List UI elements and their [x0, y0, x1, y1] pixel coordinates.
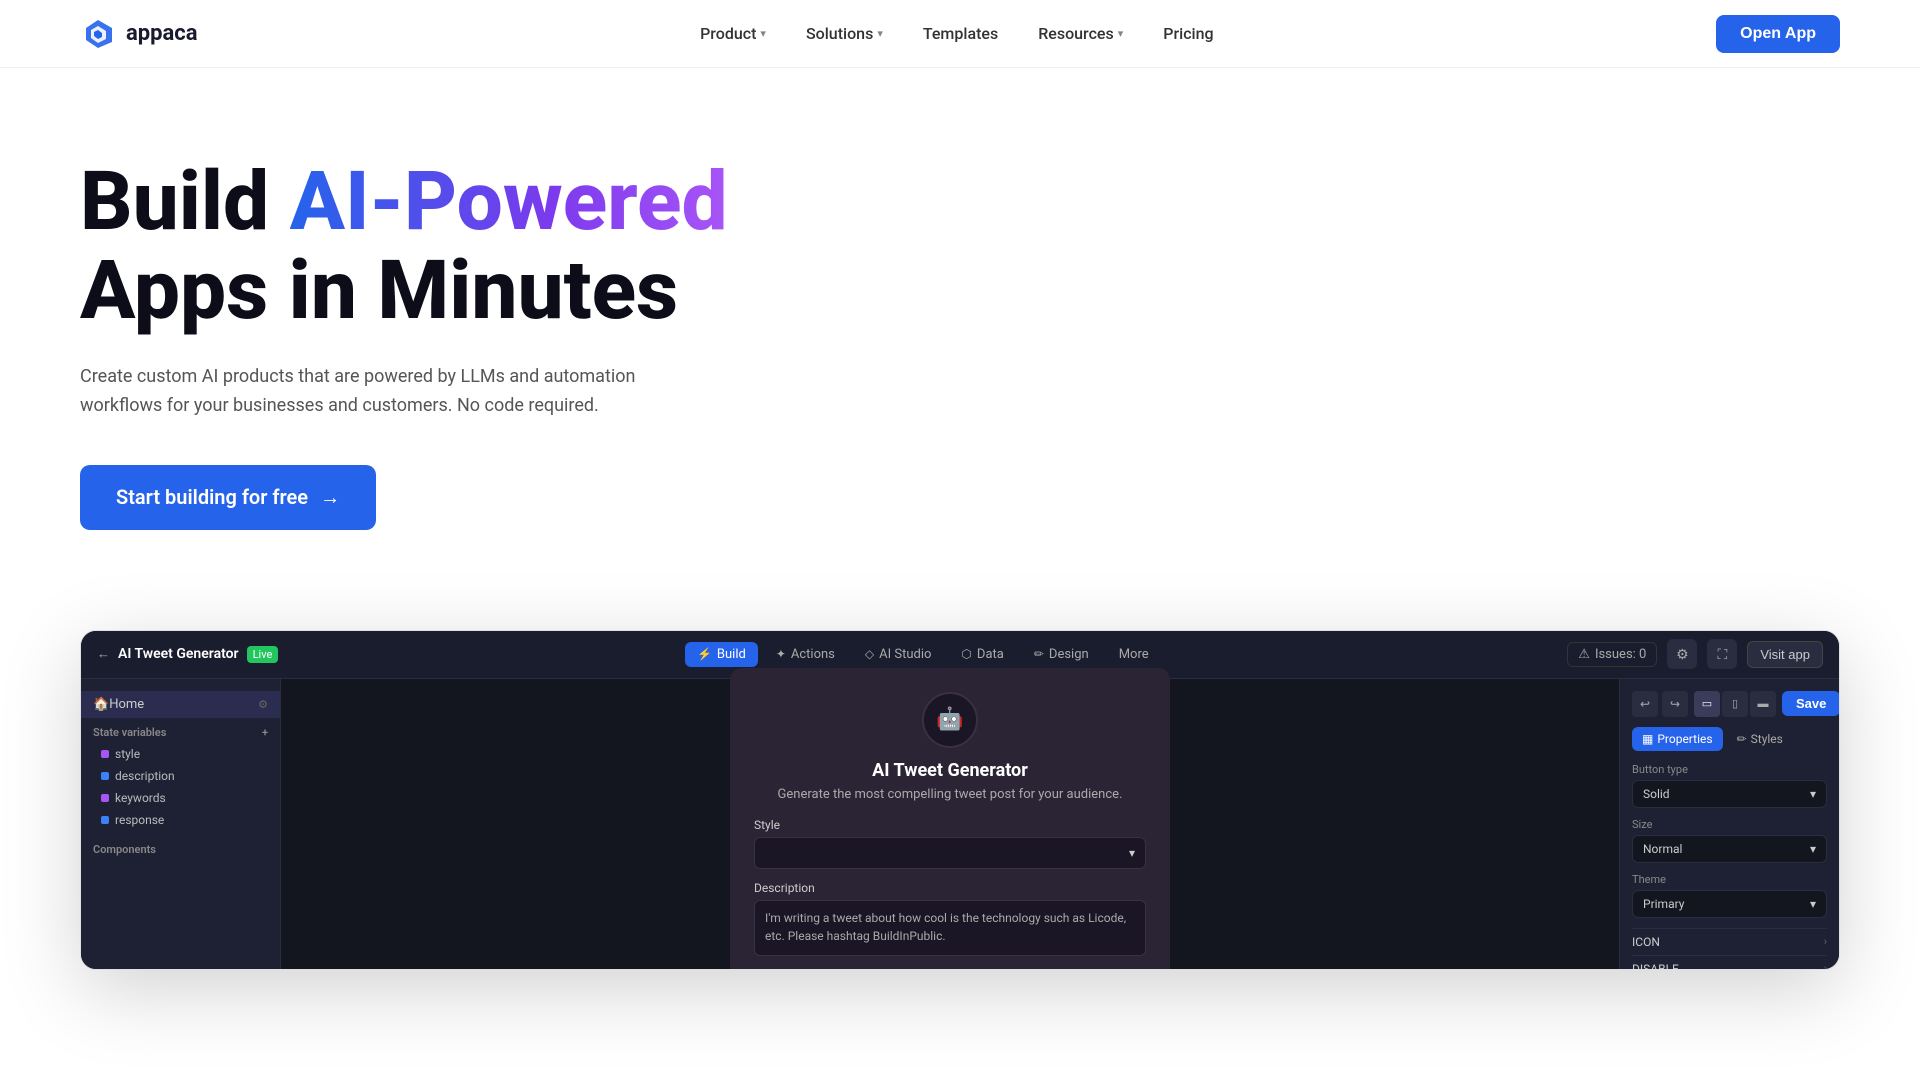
var-dot-response — [101, 816, 109, 824]
brand-name: appaca — [126, 21, 198, 46]
disable-row-chevron-icon: › — [1824, 962, 1827, 970]
icon-row[interactable]: ICON › — [1632, 928, 1827, 955]
home-icon: 🏠 — [93, 697, 109, 712]
nav-item-templates[interactable]: Templates — [907, 16, 1014, 51]
hero-cta-button[interactable]: Start building for free → — [80, 465, 376, 530]
var-dot-keywords — [101, 794, 109, 802]
state-vars-section: State variables + — [81, 718, 280, 743]
button-type-chevron-icon: ▾ — [1810, 787, 1816, 801]
preview-body: 🏠 Home ⚙ State variables + style descrip… — [81, 679, 1839, 969]
style-select[interactable]: ▾ — [754, 837, 1146, 869]
tablet-view-button[interactable]: ▯ — [1722, 691, 1748, 717]
theme-label: Theme — [1632, 873, 1827, 886]
navbar: appaca Product ▾ Solutions ▾ Templates R… — [0, 0, 1920, 68]
preview-tab-more[interactable]: More — [1107, 642, 1161, 667]
preview-canvas: 🤖 AI Tweet Generator Generate the most c… — [281, 679, 1619, 969]
design-icon: ✏ — [1034, 647, 1044, 661]
theme-chevron-icon: ▾ — [1810, 897, 1816, 911]
preview-tab-actions[interactable]: ✦ Actions — [764, 642, 847, 667]
nav-item-product[interactable]: Product ▾ — [684, 16, 782, 51]
var-dot-style — [101, 750, 109, 758]
card-logo: 🤖 — [922, 692, 978, 748]
panel-tab-styles[interactable]: ✏ Styles — [1727, 727, 1793, 751]
panel-tabs: ▦ Properties ✏ Styles — [1632, 727, 1827, 751]
components-label: Components — [81, 831, 280, 860]
preview-expand-button[interactable]: ⛶ — [1707, 639, 1737, 669]
preview-left-sidebar: 🏠 Home ⚙ State variables + style descrip… — [81, 679, 281, 969]
description-field-label: Description — [754, 881, 1146, 895]
sidebar-home-item[interactable]: 🏠 Home ⚙ — [81, 691, 280, 718]
card-subtitle: Generate the most compelling tweet post … — [754, 787, 1146, 802]
panel-save-button[interactable]: Save — [1782, 691, 1840, 716]
add-var-button[interactable]: + — [262, 726, 268, 739]
arrow-icon: → — [320, 485, 340, 510]
back-arrow-icon: ← — [97, 646, 110, 662]
theme-dropdown[interactable]: Primary ▾ — [1632, 890, 1827, 918]
resources-chevron-icon: ▾ — [1118, 27, 1124, 40]
actions-icon: ✦ — [776, 647, 786, 661]
icon-row-chevron-icon: › — [1824, 935, 1827, 948]
solutions-chevron-icon: ▾ — [877, 27, 883, 40]
hero-title: Build AI-Powered Apps in Minutes — [80, 158, 820, 335]
home-settings-icon: ⚙ — [258, 698, 268, 711]
preview-app-name: AI Tweet Generator — [118, 646, 239, 662]
preview-tab-design[interactable]: ✏ Design — [1022, 642, 1101, 667]
nav-logo[interactable]: appaca — [80, 16, 198, 52]
size-label: Size — [1632, 818, 1827, 831]
button-type-label: Button type — [1632, 763, 1827, 776]
disable-row[interactable]: DISABLE › — [1632, 955, 1827, 970]
open-app-button[interactable]: Open App — [1716, 15, 1840, 53]
description-textarea[interactable]: I'm writing a tweet about how cool is th… — [754, 900, 1146, 956]
redo-button[interactable]: ↪ — [1662, 691, 1688, 717]
preview-back-button[interactable]: ← — [97, 646, 110, 662]
ai-studio-icon: ◇ — [865, 647, 874, 661]
var-dot-description — [101, 772, 109, 780]
preview-issues-count: ⚠ Issues: 0 — [1567, 642, 1657, 667]
style-select-chevron-icon: ▾ — [1129, 846, 1135, 860]
tweet-generator-card: 🤖 AI Tweet Generator Generate the most c… — [730, 668, 1170, 970]
product-chevron-icon: ▾ — [760, 27, 766, 40]
data-icon: ⬡ — [961, 647, 971, 661]
preview-tab-data[interactable]: ⬡ Data — [949, 642, 1015, 667]
size-dropdown[interactable]: Normal ▾ — [1632, 835, 1827, 863]
styles-icon: ✏ — [1737, 732, 1747, 746]
sidebar-var-description[interactable]: description — [81, 765, 280, 787]
panel-tab-properties[interactable]: ▦ Properties — [1632, 727, 1723, 751]
preview-right-panel: ↩ ↪ ▭ ▯ ▬ Save ▦ Properties — [1619, 679, 1839, 969]
size-chevron-icon: ▾ — [1810, 842, 1816, 856]
nav-links-list: Product ▾ Solutions ▾ Templates Resource… — [684, 16, 1230, 51]
nav-item-resources[interactable]: Resources ▾ — [1022, 16, 1139, 51]
sidebar-var-keywords[interactable]: keywords — [81, 787, 280, 809]
hero-subtitle: Create custom AI products that are power… — [80, 363, 700, 421]
undo-button[interactable]: ↩ — [1632, 691, 1658, 717]
sidebar-var-response[interactable]: response — [81, 809, 280, 831]
preview-visit-button[interactable]: Visit app — [1747, 641, 1823, 668]
card-title: AI Tweet Generator — [754, 760, 1146, 781]
nav-item-pricing[interactable]: Pricing — [1147, 16, 1229, 51]
hero-section: Build AI-Powered Apps in Minutes Create … — [0, 68, 1920, 970]
build-icon: ⚡ — [697, 647, 712, 661]
panel-toolbar: ↩ ↪ ▭ ▯ ▬ Save — [1632, 691, 1827, 717]
style-field-label: Style — [754, 818, 1146, 832]
preview-settings-button[interactable]: ⚙ — [1667, 639, 1697, 669]
button-type-dropdown[interactable]: Solid ▾ — [1632, 780, 1827, 808]
preview-live-badge: Live — [247, 646, 279, 663]
appaca-logo-icon — [80, 16, 116, 52]
nav-item-solutions[interactable]: Solutions ▾ — [790, 16, 899, 51]
app-preview: ← AI Tweet Generator Live ⚡ Build ✦ Acti… — [80, 630, 1840, 970]
preview-tab-build[interactable]: ⚡ Build — [685, 642, 758, 667]
properties-icon: ▦ — [1642, 732, 1653, 746]
desktop-view-button[interactable]: ▭ — [1694, 691, 1720, 717]
mobile-view-button[interactable]: ▬ — [1750, 691, 1776, 717]
sidebar-var-style[interactable]: style — [81, 743, 280, 765]
issues-icon: ⚠ — [1578, 647, 1590, 662]
preview-tab-ai-studio[interactable]: ◇ AI Studio — [853, 642, 944, 667]
